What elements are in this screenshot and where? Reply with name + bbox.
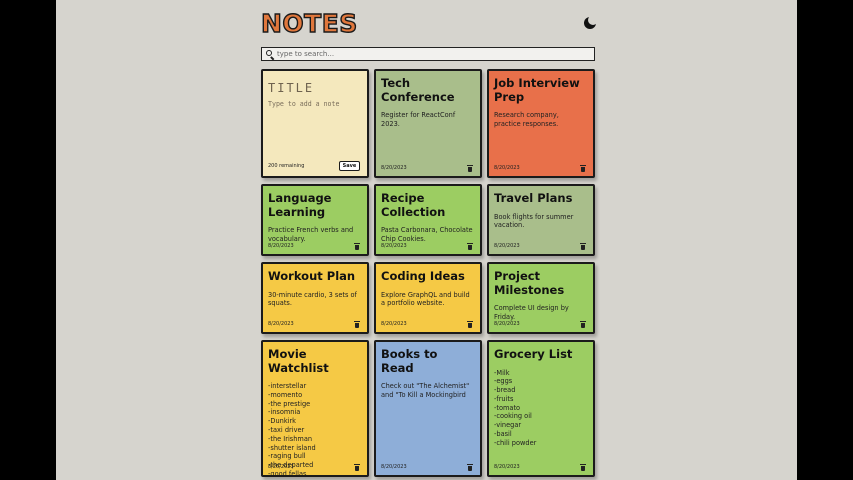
note-footer: 8/20/2023 bbox=[268, 320, 360, 328]
new-note-footer: 200 remaining Save bbox=[268, 161, 360, 171]
delete-note-button[interactable] bbox=[354, 242, 360, 250]
note-footer: 8/20/2023 bbox=[494, 320, 586, 328]
note-date: 8/20/2023 bbox=[494, 243, 520, 249]
delete-note-button[interactable] bbox=[467, 242, 473, 250]
trash-icon bbox=[354, 320, 360, 328]
new-note-card: 200 remaining Save bbox=[261, 69, 369, 178]
trash-icon bbox=[580, 242, 586, 250]
note-body: Complete UI design by Friday. bbox=[494, 304, 569, 321]
note-title: Travel Plans bbox=[494, 191, 573, 205]
note-title: Project Milestones bbox=[494, 269, 565, 297]
note-title: Job Interview Prep bbox=[494, 76, 580, 104]
note-footer: 8/20/2023 bbox=[494, 463, 586, 471]
trash-icon bbox=[467, 463, 473, 471]
delete-note-button[interactable] bbox=[580, 463, 586, 471]
delete-note-button[interactable] bbox=[354, 320, 360, 328]
note-footer: 8/20/2023 bbox=[268, 463, 360, 471]
theme-toggle-button[interactable] bbox=[583, 15, 598, 30]
trash-icon bbox=[354, 463, 360, 471]
note-title: Coding Ideas bbox=[381, 269, 465, 283]
delete-note-button[interactable] bbox=[580, 320, 586, 328]
search-icon bbox=[265, 49, 275, 61]
note-footer: 8/20/2023 bbox=[494, 164, 586, 172]
note-date: 8/20/2023 bbox=[268, 243, 294, 249]
delete-note-button[interactable] bbox=[467, 320, 473, 328]
note-card: Tech Conference Register for ReactConf 20… bbox=[374, 69, 482, 178]
search-input[interactable] bbox=[277, 48, 587, 60]
note-body: Pasta Carbonara, Chocolate Chip Cookies. bbox=[381, 226, 473, 243]
note-body: Explore GraphQL and build a portfolio we… bbox=[381, 290, 470, 308]
note-date: 8/20/2023 bbox=[494, 464, 520, 470]
delete-note-button[interactable] bbox=[580, 242, 586, 250]
delete-note-button[interactable] bbox=[354, 463, 360, 471]
note-date: 8/20/2023 bbox=[381, 321, 407, 327]
note-title: Recipe Collection bbox=[381, 191, 446, 219]
note-card: Recipe Collection Pasta Carbonara, Chocol… bbox=[374, 184, 482, 256]
trash-icon bbox=[467, 164, 473, 172]
app-background: NOTES 200 remaining Save Tech Conference… bbox=[56, 0, 797, 480]
note-title-input[interactable] bbox=[268, 81, 364, 95]
note-body: Research company, practice responses. bbox=[494, 111, 559, 128]
note-date: 8/20/2023 bbox=[494, 165, 520, 171]
note-body: -Milk -eggs -bread -fruits -tomato -cook… bbox=[494, 368, 537, 447]
note-date: 8/20/2023 bbox=[381, 165, 407, 171]
note-footer: 8/20/2023 bbox=[381, 242, 473, 250]
trash-icon bbox=[580, 164, 586, 172]
note-body-textarea[interactable] bbox=[268, 100, 364, 160]
note-body: Book flights for summer vacation. bbox=[494, 212, 574, 230]
note-footer: 8/20/2023 bbox=[381, 164, 473, 172]
note-card: Project Milestones Complete UI design by … bbox=[487, 262, 595, 334]
note-title: Movie Watchlist bbox=[268, 347, 329, 375]
trash-icon bbox=[580, 320, 586, 328]
note-footer: 8/20/2023 bbox=[381, 463, 473, 471]
moon-icon bbox=[584, 15, 598, 29]
delete-note-button[interactable] bbox=[467, 463, 473, 471]
note-footer: 8/20/2023 bbox=[381, 320, 473, 328]
note-card: Books to Read Check out "The Alchemist" a… bbox=[374, 340, 482, 477]
trash-icon bbox=[467, 320, 473, 328]
note-footer: 8/20/2023 bbox=[494, 242, 586, 250]
note-card: Language Learning Practice French verbs a… bbox=[261, 184, 369, 256]
note-date: 8/20/2023 bbox=[494, 321, 520, 327]
note-date: 8/20/2023 bbox=[268, 321, 294, 327]
trash-icon bbox=[580, 463, 586, 471]
search-bar bbox=[261, 47, 595, 61]
note-title: Tech Conference bbox=[381, 76, 455, 104]
note-card: Coding Ideas Explore GraphQL and build a … bbox=[374, 262, 482, 334]
save-button[interactable]: Save bbox=[339, 161, 360, 171]
note-card: Workout Plan 30-minute cardio, 3 sets of … bbox=[261, 262, 369, 334]
note-body: Register for ReactConf 2023. bbox=[381, 111, 456, 128]
trash-icon bbox=[354, 242, 360, 250]
note-card: Grocery List -Milk -eggs -bread -fruits -… bbox=[487, 340, 595, 477]
note-card: Travel Plans Book flights for summer vaca… bbox=[487, 184, 595, 256]
note-title: Language Learning bbox=[268, 191, 332, 219]
note-body: Practice French verbs and vocabulary. bbox=[268, 226, 354, 243]
note-date: 8/20/2023 bbox=[381, 464, 407, 470]
note-title: Workout Plan bbox=[268, 269, 356, 283]
trash-icon bbox=[467, 242, 473, 250]
note-card: Movie Watchlist -interstellar -momento -t… bbox=[261, 340, 369, 477]
note-date: 8/20/2023 bbox=[268, 464, 294, 470]
note-body: Check out "The Alchemist" and "To Kill a… bbox=[381, 382, 470, 399]
characters-remaining: 200 remaining bbox=[268, 163, 305, 169]
app-title: NOTES bbox=[260, 8, 358, 38]
note-card: Job Interview Prep Research company, prac… bbox=[487, 69, 595, 178]
note-date: 8/20/2023 bbox=[381, 243, 407, 249]
note-body: 30-minute cardio, 3 sets of squats. bbox=[268, 290, 357, 308]
note-title: Grocery List bbox=[494, 347, 573, 361]
note-footer: 8/20/2023 bbox=[268, 242, 360, 250]
delete-note-button[interactable] bbox=[467, 164, 473, 172]
delete-note-button[interactable] bbox=[580, 164, 586, 172]
note-title: Books to Read bbox=[381, 347, 438, 375]
